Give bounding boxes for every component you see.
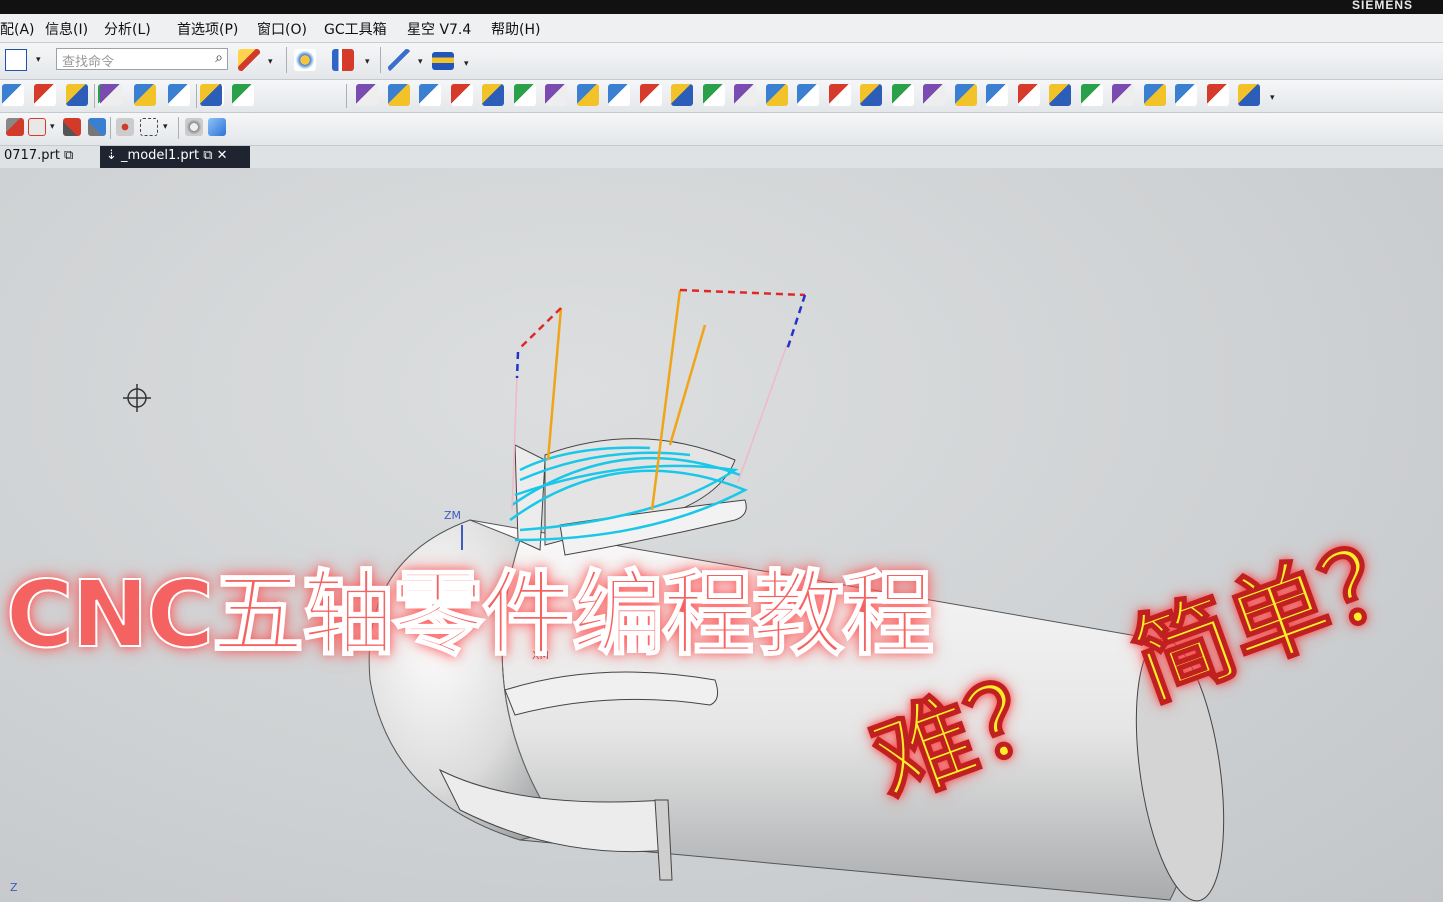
search-icon[interactable]: ⌕: [215, 50, 223, 66]
operation-turn-icon[interactable]: [545, 84, 567, 106]
type-filter-dropdown[interactable]: ▾: [50, 122, 55, 132]
title-bar: SIEMENS: [0, 0, 1443, 14]
check-geometry-icon[interactable]: [797, 84, 819, 106]
menu-analysis[interactable]: 分析(L): [104, 19, 151, 39]
new-file-dropdown[interactable]: ▾: [36, 55, 41, 65]
assembly-navigator-icon[interactable]: [2, 84, 24, 106]
crosshair-cursor-icon: [123, 384, 151, 412]
curve-tool-dropdown[interactable]: ▾: [268, 57, 273, 67]
snap-point-icon[interactable]: [388, 49, 410, 71]
transform-icon[interactable]: [1175, 84, 1197, 106]
cutting-region-icon[interactable]: [734, 84, 756, 106]
rectangle-select-icon[interactable]: [140, 118, 158, 136]
create-method-icon[interactable]: [232, 84, 254, 106]
graphics-viewport[interactable]: ZM XM Z: [0, 168, 1443, 902]
show-hide-dropdown[interactable]: ▾: [365, 57, 370, 67]
menu-assembly[interactable]: 配(A): [0, 19, 35, 39]
toolbar-separator: [94, 84, 95, 108]
overlay-title: CNC五轴零件编程教程: [5, 560, 935, 669]
print-icon[interactable]: [1112, 84, 1134, 106]
tool-library-icon[interactable]: [671, 84, 693, 106]
export-icon[interactable]: [986, 84, 1008, 106]
menu-bar: 配(A) 信息(I) 分析(L) 首选项(P) 窗口(O) GC工具箱 星空 V…: [0, 14, 1443, 43]
new-file-icon[interactable]: [5, 49, 27, 71]
list-path-icon[interactable]: [134, 84, 156, 106]
selection-filter-icon[interactable]: [6, 118, 24, 136]
create-program-icon[interactable]: [168, 84, 190, 106]
brand-logo: SIEMENS: [1351, 0, 1413, 12]
search-input[interactable]: 查找命令: [62, 55, 114, 70]
operation-drill-icon[interactable]: [513, 84, 536, 106]
shaded-view-icon[interactable]: [1049, 84, 1071, 106]
toolbar-separator: [346, 84, 347, 108]
edit-annotation-icon[interactable]: [923, 84, 945, 106]
batch-process-icon[interactable]: [891, 84, 914, 106]
refresh-icon[interactable]: [1143, 84, 1166, 106]
toolbar-separator: [110, 117, 111, 139]
reference-set-icon[interactable]: [34, 84, 56, 106]
postprocess-icon[interactable]: [608, 84, 630, 106]
document-tab-bar: 0717.prt ⧉ ⇣ _model1.prt ⧉ ✕: [0, 146, 1443, 170]
type-filter-icon[interactable]: [28, 118, 46, 136]
create-geometry-icon[interactable]: [200, 84, 222, 106]
menu-help[interactable]: 帮助(H): [491, 19, 540, 39]
row2-overflow-dropdown[interactable]: ▾: [1270, 93, 1275, 103]
rapid-moves: [515, 288, 807, 379]
boundary-icon[interactable]: [765, 84, 788, 106]
snap-control-icon[interactable]: [116, 118, 134, 136]
replay-toolpath-icon[interactable]: [387, 84, 410, 106]
generate-toolpath-icon[interactable]: [356, 84, 378, 106]
toolbar-separator: [178, 117, 179, 139]
simulate-machine-icon[interactable]: [450, 84, 473, 106]
tab-model1-prt[interactable]: ⇣ _model1.prt ⧉ ✕: [100, 146, 250, 168]
toolbar-separator: [196, 84, 197, 108]
menu-window[interactable]: 窗口(O): [257, 19, 307, 39]
menu-gc-toolbox[interactable]: GC工具箱: [324, 19, 387, 39]
toolbar-separator: [286, 47, 287, 73]
measure-distance-icon[interactable]: [432, 52, 454, 70]
show-hide-icon[interactable]: [332, 49, 354, 71]
edit-object-display-icon[interactable]: [294, 49, 316, 71]
zm-axis-label: ZM: [444, 509, 462, 522]
new-sheet-icon[interactable]: [1017, 84, 1040, 106]
calculator-icon[interactable]: [1206, 84, 1229, 106]
rotate-object-icon[interactable]: [88, 118, 106, 136]
model-scene: [368, 288, 1225, 902]
tab-0717-prt[interactable]: 0717.prt ⧉: [0, 148, 77, 168]
curve-tool-icon[interactable]: [238, 49, 260, 71]
cleanup-icon[interactable]: [954, 84, 977, 106]
z-axis-label: Z: [10, 881, 18, 894]
table-note-icon[interactable]: [1080, 84, 1103, 106]
operation-wire-icon[interactable]: [576, 84, 599, 106]
part-list-icon[interactable]: [66, 84, 88, 106]
shop-docs-icon[interactable]: [639, 84, 662, 106]
machine-tool-icon[interactable]: [828, 84, 851, 106]
snap-point-dropdown[interactable]: ▾: [418, 57, 423, 67]
operation-mill-icon[interactable]: [482, 84, 504, 106]
move-object-icon[interactable]: [63, 118, 81, 136]
menu-xingkong[interactable]: 星空 V7.4: [407, 19, 471, 39]
shaded-cube-icon[interactable]: [208, 118, 226, 136]
menu-preferences[interactable]: 首选项(P): [177, 19, 238, 39]
clock-icon[interactable]: [1238, 84, 1260, 106]
measure-dropdown[interactable]: ▾: [464, 59, 469, 69]
rectangle-select-dropdown[interactable]: ▾: [163, 122, 168, 132]
command-finder[interactable]: 查找命令 ⌕: [56, 48, 228, 70]
menu-information[interactable]: 信息(I): [45, 19, 88, 39]
view-orient-icon[interactable]: [185, 118, 203, 136]
display-path-icon[interactable]: [100, 84, 122, 106]
tool-holder-icon[interactable]: [860, 84, 882, 106]
verify-toolpath-icon[interactable]: [419, 84, 441, 106]
toolbar-separator: [380, 47, 381, 73]
feeds-speeds-icon[interactable]: [702, 84, 725, 106]
